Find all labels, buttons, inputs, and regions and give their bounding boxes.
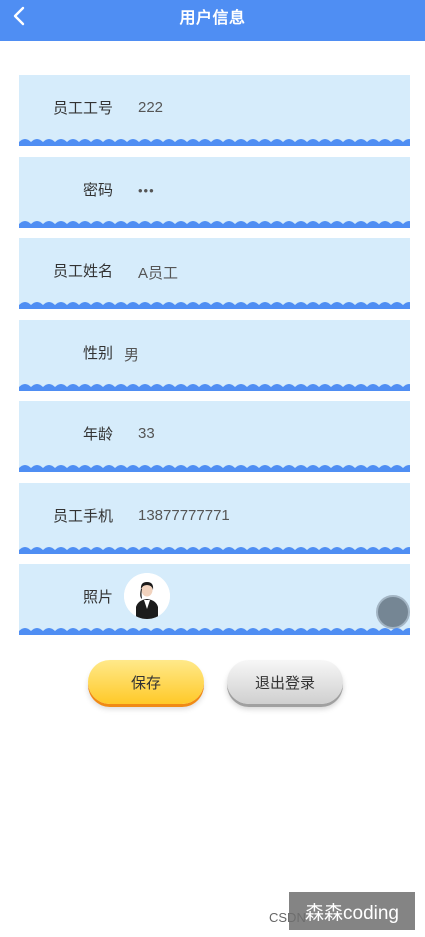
person-photo-icon bbox=[124, 573, 170, 619]
photo-label: 照片 bbox=[82, 589, 113, 606]
field-age: 年龄 33 bbox=[19, 401, 410, 472]
password-input[interactable]: ••• bbox=[138, 183, 155, 198]
employee-id-label: 员工工号 bbox=[52, 100, 113, 117]
field-employee-id: 员工工号 222 bbox=[19, 75, 410, 146]
page: 用户信息 员工工号 222 密码 ••• 员工姓名 A员工 性别 男 年龄 33… bbox=[0, 0, 425, 937]
avatar[interactable] bbox=[124, 573, 170, 619]
wave-decoration bbox=[19, 462, 410, 472]
wave-decoration bbox=[19, 625, 410, 635]
field-employee-name: 员工姓名 A员工 bbox=[19, 238, 410, 309]
field-gender: 性别 男 bbox=[19, 320, 410, 391]
gender-label: 性别 bbox=[82, 345, 113, 362]
field-password: 密码 ••• bbox=[19, 157, 410, 228]
wave-decoration bbox=[19, 544, 410, 554]
phone-input[interactable]: 13877777771 bbox=[138, 507, 230, 524]
assistive-touch-button[interactable] bbox=[376, 595, 410, 629]
field-phone: 员工手机 13877777771 bbox=[19, 483, 410, 554]
employee-name-input[interactable]: A员工 bbox=[138, 262, 178, 283]
employee-name-label: 员工姓名 bbox=[52, 263, 113, 280]
age-label: 年龄 bbox=[82, 426, 113, 443]
logout-button[interactable]: 退出登录 bbox=[227, 660, 343, 704]
save-button[interactable]: 保存 bbox=[88, 660, 204, 704]
app-header: 用户信息 bbox=[0, 0, 425, 41]
password-label: 密码 bbox=[82, 182, 113, 199]
field-photo: 照片 bbox=[19, 564, 410, 635]
page-title: 用户信息 bbox=[179, 10, 246, 27]
employee-id-input[interactable]: 222 bbox=[138, 99, 163, 116]
phone-label: 员工手机 bbox=[52, 508, 113, 525]
wave-decoration bbox=[19, 136, 410, 146]
wave-decoration bbox=[19, 381, 410, 391]
wave-decoration bbox=[19, 299, 410, 309]
gender-input[interactable]: 男 bbox=[124, 344, 139, 365]
watermark-author: 森森coding bbox=[289, 892, 415, 930]
age-input[interactable]: 33 bbox=[138, 425, 155, 442]
wave-decoration bbox=[19, 218, 410, 228]
